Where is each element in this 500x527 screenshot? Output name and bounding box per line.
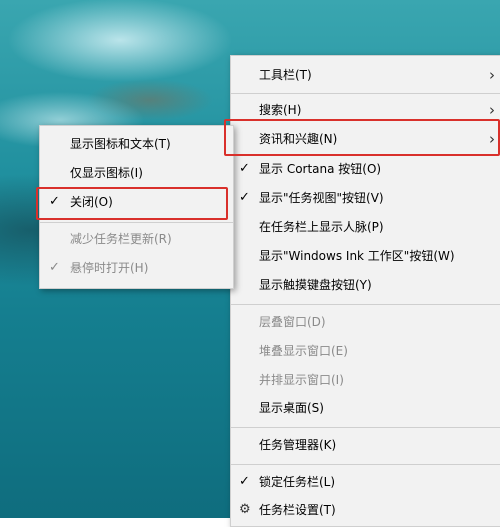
menu-separator — [231, 304, 500, 305]
submenu-item-label: 悬停时打开(H) — [70, 261, 149, 275]
menu-item-stack-windows[interactable]: 堆叠显示窗口(E) — [231, 338, 500, 364]
checkmark-icon: ✓ — [239, 161, 250, 176]
checkmark-icon: ✓ — [49, 194, 60, 209]
menu-item-label: 显示桌面(S) — [259, 401, 324, 415]
menu-item-show-windows-ink-button[interactable]: 显示"Windows Ink 工作区"按钮(W) — [231, 243, 500, 269]
checkmark-icon: ✓ — [239, 190, 250, 205]
submenu-item-label: 减少任务栏更新(R) — [70, 232, 172, 246]
checkmark-icon: ✓ — [49, 260, 60, 275]
submenu-item-label: 关闭(O) — [70, 195, 113, 209]
menu-item-side-by-side-windows[interactable]: 并排显示窗口(I) — [231, 367, 500, 393]
menu-item-show-task-view-button[interactable]: ✓ 显示"任务视图"按钮(V) — [231, 185, 500, 211]
menu-item-toolbars[interactable]: 工具栏(T) › — [231, 62, 500, 88]
menu-item-label: 堆叠显示窗口(E) — [259, 344, 348, 358]
gear-icon: ⚙ — [239, 502, 251, 517]
submenu-item-label: 仅显示图标(I) — [70, 166, 143, 180]
submenu-item-open-on-hover[interactable]: ✓ 悬停时打开(H) — [40, 255, 233, 281]
menu-separator — [231, 464, 500, 465]
menu-item-label: 在任务栏上显示人脉(P) — [259, 220, 384, 234]
menu-item-news-and-interests[interactable]: 资讯和兴趣(N) › — [231, 126, 500, 152]
menu-item-cascade-windows[interactable]: 层叠窗口(D) — [231, 309, 500, 335]
taskbar-context-menu: 工具栏(T) › 搜索(H) › 资讯和兴趣(N) › ✓ 显示 Cortana… — [230, 55, 500, 527]
menu-item-label: 并排显示窗口(I) — [259, 373, 344, 387]
submenu-item-turn-off[interactable]: ✓ 关闭(O) — [40, 189, 233, 215]
submenu-item-show-icon-only[interactable]: 仅显示图标(I) — [40, 160, 233, 186]
menu-item-label: 任务栏设置(T) — [259, 503, 336, 517]
menu-item-label: 资讯和兴趣(N) — [259, 132, 338, 146]
menu-item-taskbar-settings[interactable]: ⚙ 任务栏设置(T) — [231, 497, 500, 523]
submenu-item-show-icon-and-text[interactable]: 显示图标和文本(T) — [40, 131, 233, 157]
menu-item-label: 任务管理器(K) — [259, 438, 337, 452]
menu-item-task-manager[interactable]: 任务管理器(K) — [231, 432, 500, 458]
chevron-right-icon: › — [489, 101, 495, 119]
chevron-right-icon: › — [489, 66, 495, 84]
menu-item-lock-taskbar[interactable]: ✓ 锁定任务栏(L) — [231, 469, 500, 495]
checkmark-icon: ✓ — [239, 474, 250, 489]
menu-separator — [40, 222, 233, 223]
submenu-item-reduce-taskbar-updates[interactable]: 减少任务栏更新(R) — [40, 226, 233, 252]
menu-item-label: 工具栏(T) — [259, 68, 312, 82]
menu-item-label: 显示"Windows Ink 工作区"按钮(W) — [259, 249, 455, 263]
menu-item-show-cortana-button[interactable]: ✓ 显示 Cortana 按钮(O) — [231, 156, 500, 182]
menu-item-label: 锁定任务栏(L) — [259, 475, 336, 489]
menu-item-label: 搜索(H) — [259, 103, 302, 117]
menu-item-search[interactable]: 搜索(H) › — [231, 97, 500, 123]
menu-separator — [231, 93, 500, 94]
news-and-interests-submenu: 显示图标和文本(T) 仅显示图标(I) ✓ 关闭(O) 减少任务栏更新(R) ✓… — [39, 125, 234, 289]
menu-item-show-people[interactable]: 在任务栏上显示人脉(P) — [231, 214, 500, 240]
menu-item-show-touch-keyboard-button[interactable]: 显示触摸键盘按钮(Y) — [231, 272, 500, 298]
chevron-right-icon: › — [489, 130, 495, 148]
menu-item-show-desktop[interactable]: 显示桌面(S) — [231, 395, 500, 421]
menu-item-label: 显示 Cortana 按钮(O) — [259, 162, 382, 176]
menu-item-label: 显示触摸键盘按钮(Y) — [259, 278, 372, 292]
submenu-item-label: 显示图标和文本(T) — [70, 137, 171, 151]
menu-item-label: 层叠窗口(D) — [259, 315, 326, 329]
menu-separator — [231, 427, 500, 428]
menu-item-label: 显示"任务视图"按钮(V) — [259, 191, 384, 205]
